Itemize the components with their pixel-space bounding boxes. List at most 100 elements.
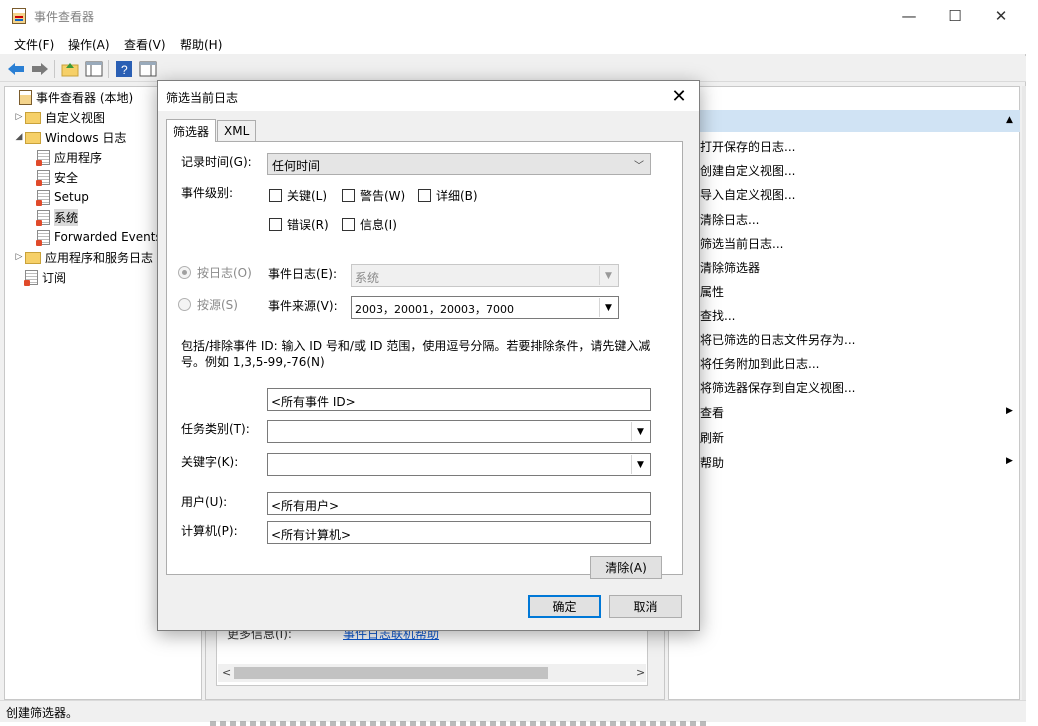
status-text: 创建筛选器。 (6, 706, 79, 720)
logged-combobox[interactable]: 任何时间 ﹀ (267, 153, 651, 175)
back-arrow-icon[interactable] (6, 59, 26, 79)
chevron-down-icon[interactable]: ▼ (599, 298, 617, 317)
folder-icon (25, 132, 41, 144)
action-save-filtered-log[interactable]: 将已筛选的日志文件另存为... (700, 331, 855, 348)
event-logs-label: 事件日志(E): (268, 267, 337, 281)
information-label[interactable]: 信息(I) (360, 216, 397, 233)
dialog-title-bar: 筛选当前日志 ✕ (158, 81, 699, 111)
background-window-edge (210, 721, 710, 726)
action-view[interactable]: 查看 (700, 404, 724, 421)
toolbar-separator (54, 60, 55, 78)
toolbar: ? (0, 56, 1026, 82)
task-category-label: 任务类别(T): (181, 422, 250, 436)
keywords-combobox[interactable]: ▼ (267, 453, 651, 476)
event-id-input[interactable]: <所有事件 ID> (267, 388, 651, 411)
action-clear-filter[interactable]: 清除筛选器 (700, 259, 760, 276)
computer-input[interactable]: <所有计算机> (267, 521, 651, 544)
error-label[interactable]: 错误(R) (287, 216, 329, 233)
scroll-left-icon[interactable]: < (222, 666, 231, 679)
log-icon (36, 229, 50, 246)
chevron-right-icon[interactable]: ▷ (13, 252, 25, 262)
submenu-arrow-icon: ▶ (1006, 406, 1013, 416)
by-source-label[interactable]: 按源(S) (197, 296, 238, 313)
window-title: 事件查看器 (34, 10, 95, 24)
log-icon (36, 209, 50, 226)
menu-help[interactable]: 帮助(H) (180, 36, 222, 53)
menu-view[interactable]: 查看(V) (124, 36, 166, 53)
menu-action[interactable]: 操作(A) (68, 36, 110, 53)
maximize-button[interactable]: ☐ (932, 0, 978, 32)
action-properties[interactable]: 属性 (700, 283, 724, 300)
information-checkbox[interactable] (342, 218, 355, 231)
action-import-custom-view[interactable]: 导入自定义视图... (700, 186, 795, 203)
chevron-down-icon[interactable]: ◢ (13, 132, 25, 142)
chevron-down-icon[interactable]: ▼ (631, 422, 649, 441)
event-logs-combobox: 系统 ▼ (351, 264, 619, 287)
event-viewer-icon (19, 89, 32, 105)
show-hide-action-pane-icon[interactable] (138, 59, 158, 79)
event-viewer-icon (12, 8, 26, 24)
svg-text:?: ? (121, 63, 128, 77)
action-refresh[interactable]: 刷新 (700, 429, 724, 446)
scroll-right-icon[interactable]: > (636, 666, 645, 679)
critical-checkbox[interactable] (269, 189, 282, 202)
task-category-combobox[interactable]: ▼ (267, 420, 651, 443)
chevron-down-icon[interactable]: ▼ (631, 455, 649, 474)
event-level-label: 事件级别: (181, 186, 234, 200)
close-button[interactable]: ✕ (978, 0, 1024, 32)
by-source-radio[interactable] (178, 298, 191, 311)
log-icon (36, 189, 50, 206)
tab-filter[interactable]: 筛选器 (166, 119, 217, 142)
warning-checkbox[interactable] (342, 189, 355, 202)
up-folder-icon[interactable] (60, 59, 80, 79)
action-open-saved-log[interactable]: 打开保存的日志... (700, 138, 795, 155)
action-filter-current-log[interactable]: 筛选当前日志... (700, 235, 783, 252)
dialog-close-button[interactable]: ✕ (665, 84, 693, 108)
error-checkbox[interactable] (269, 218, 282, 231)
actions-section-header[interactable]: ▲ (668, 110, 1020, 132)
ok-button[interactable]: 确定 (528, 595, 601, 618)
event-sources-combobox[interactable]: 2003，20001，20003，7000 ▼ (351, 296, 619, 319)
chevron-down-icon: ﹀ (634, 161, 644, 172)
action-find[interactable]: 查找... (700, 307, 735, 324)
by-log-label[interactable]: 按日志(O) (197, 264, 252, 281)
subscription-icon (24, 269, 38, 286)
minimize-button[interactable]: — (886, 0, 932, 32)
user-label: 用户(U): (181, 495, 228, 509)
action-save-filter-to-view[interactable]: 将筛选器保存到自定义视图... (700, 379, 855, 396)
event-id-hint: 包括/排除事件 ID: 输入 ID 号和/或 ID 范围，使用逗号分隔。若要排除… (181, 339, 651, 369)
keywords-label: 关键字(K): (181, 455, 239, 469)
dialog-title: 筛选当前日志 (166, 91, 239, 105)
by-log-radio[interactable] (178, 266, 191, 279)
show-hide-console-tree-icon[interactable] (84, 59, 104, 79)
warning-label[interactable]: 警告(W) (360, 187, 405, 204)
log-icon (36, 169, 50, 186)
tab-xml[interactable]: XML (217, 120, 257, 142)
horizontal-scroll-thumb[interactable] (234, 667, 548, 679)
submenu-arrow-icon: ▶ (1006, 456, 1013, 466)
verbose-checkbox[interactable] (418, 189, 431, 202)
forward-arrow-icon[interactable] (30, 59, 50, 79)
action-create-custom-view[interactable]: 创建自定义视图... (700, 162, 795, 179)
log-icon (36, 149, 50, 166)
chevron-right-icon[interactable]: ▷ (13, 112, 25, 122)
action-help[interactable]: 帮助 (700, 454, 724, 471)
collapse-up-icon[interactable]: ▲ (1006, 115, 1013, 125)
user-input[interactable]: <所有用户> (267, 492, 651, 515)
menu-file[interactable]: 文件(F) (14, 36, 54, 53)
vertical-scrollbar[interactable] (1022, 86, 1026, 700)
cancel-button[interactable]: 取消 (609, 595, 682, 618)
chevron-down-icon: ▼ (599, 266, 617, 285)
event-sources-label: 事件来源(V): (268, 299, 338, 313)
critical-label[interactable]: 关键(L) (287, 187, 327, 204)
filter-current-log-dialog: 筛选当前日志 ✕ 筛选器 XML 记录时间(G): 任何时间 ﹀ 事件级别: 关… (157, 80, 700, 631)
verbose-label[interactable]: 详细(B) (436, 187, 478, 204)
action-clear-log[interactable]: 清除日志... (700, 211, 759, 228)
clear-button[interactable]: 清除(A) (590, 556, 662, 579)
action-attach-task[interactable]: 将任务附加到此日志... (700, 355, 819, 372)
logged-label: 记录时间(G): (181, 155, 252, 169)
folder-icon (25, 112, 41, 124)
toolbar-separator (108, 60, 109, 78)
help-icon[interactable]: ? (114, 59, 134, 79)
status-bar: 创建筛选器。 (0, 700, 1026, 722)
